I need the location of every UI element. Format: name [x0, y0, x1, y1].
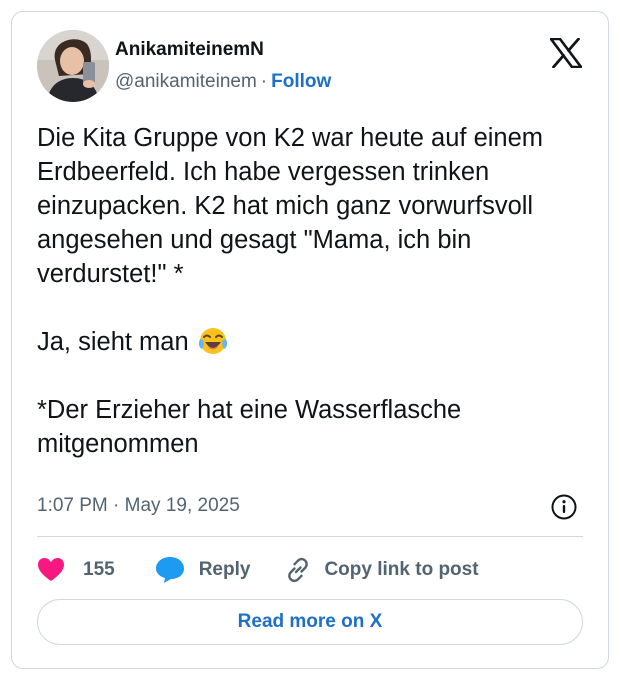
tweet-card: AnikamiteinemN @anikamiteinem · Follow Die…: [11, 11, 609, 669]
tweet-text: Die Kita Gruppe von K2 war heute auf ein…: [37, 121, 597, 461]
info-icon[interactable]: [550, 493, 578, 521]
face-with-tears-of-joy-emoji-icon: [198, 326, 228, 356]
tweet-paragraph: *Der Erzieher hat eine Wasserflasche mit…: [37, 396, 462, 458]
action-bar: 155 Reply Copy link to post: [37, 552, 479, 588]
copy-link-label: Copy link to post: [324, 559, 479, 580]
reply-bubble-icon: [155, 557, 184, 583]
author-handle-row: @anikamiteinem · Follow: [115, 71, 331, 93]
tweet-paragraph: Die Kita Gruppe von K2 war heute auf ein…: [37, 124, 544, 288]
heart-icon: [38, 558, 64, 581]
profile-photo-icon: [37, 30, 109, 102]
tweet-timestamp[interactable]: 1:07 PM · May 19, 2025: [37, 495, 240, 517]
divider: [37, 536, 583, 537]
tweet-paragraph: Ja, sieht man: [37, 325, 597, 359]
reply-button[interactable]: Reply: [155, 556, 251, 584]
separator-dot: ·: [260, 71, 268, 92]
like-count: 155: [83, 559, 115, 580]
avatar[interactable]: [37, 30, 109, 102]
read-more-button[interactable]: Read more on X: [37, 599, 583, 645]
author-handle[interactable]: @anikamiteinem: [115, 71, 257, 92]
link-icon: [288, 557, 309, 583]
x-logo-icon[interactable]: [549, 37, 583, 69]
author-display-name[interactable]: AnikamiteinemN: [115, 39, 264, 61]
reply-label: Reply: [198, 559, 251, 580]
copy-link-button[interactable]: Copy link to post: [284, 556, 479, 584]
like-button[interactable]: 155: [37, 557, 115, 583]
tweet-sentence: Ja, sieht man: [37, 328, 189, 356]
follow-button[interactable]: Follow: [271, 71, 331, 92]
